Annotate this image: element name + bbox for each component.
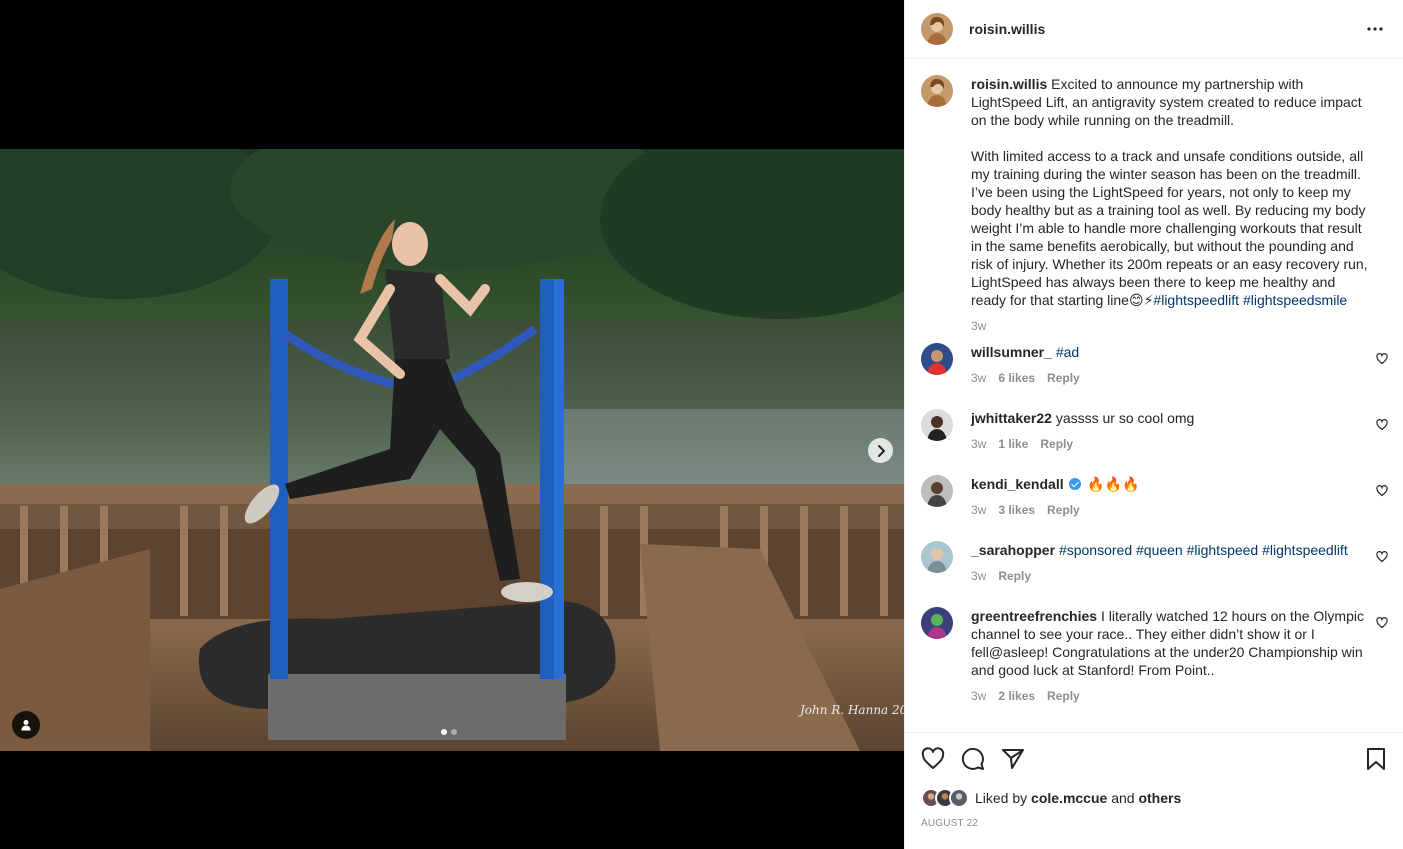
more-horizontal-icon	[1367, 27, 1383, 31]
author-avatar[interactable]	[921, 13, 953, 45]
heart-icon[interactable]	[921, 747, 945, 771]
commenter-avatar[interactable]	[921, 475, 953, 507]
comment-meta: 3w 3 likes Reply	[971, 501, 1371, 519]
comment-likes[interactable]: 1 like	[998, 435, 1028, 453]
post-actions: Liked by cole.mccue and others AUGUST 22	[905, 733, 1403, 829]
verified-badge-icon	[1069, 478, 1082, 490]
tagged-users-button[interactable]	[12, 711, 40, 739]
commenter-avatar[interactable]	[921, 409, 953, 441]
running-on-treadmill-photo: John R. Hanna 2022	[0, 149, 904, 751]
post-photo[interactable]: John R. Hanna 2022	[0, 149, 904, 751]
post-side-panel: roisin.willis roisin.willis Excited to a…	[904, 0, 1403, 849]
post-date[interactable]: AUGUST 22	[921, 818, 1388, 829]
comment-time[interactable]: 3w	[971, 369, 986, 387]
comment-time[interactable]: 3w	[971, 501, 986, 519]
comment-body: _sarahopper #sponsored #queen #lightspee…	[971, 541, 1371, 607]
action-bar	[921, 733, 1388, 785]
comment-body: willsumner_ #ad 3w 6 likes Reply	[971, 343, 1371, 409]
carousel-dot	[451, 729, 457, 735]
comment: jwhittaker22 yassss ur so cool omg 3w 1 …	[921, 409, 1388, 475]
liked-by-user[interactable]: cole.mccue	[1031, 790, 1107, 806]
like-comment-heart-icon[interactable]	[1376, 485, 1388, 497]
comment-username[interactable]: willsumner_	[971, 344, 1052, 360]
commenter-avatar[interactable]	[921, 343, 953, 375]
caption-emoji: 😊⚡	[1128, 292, 1154, 308]
liked-by-prefix: Liked by	[975, 790, 1028, 806]
comment-body: kendi_kendall 🔥🔥🔥 3w 3 likes Reply	[971, 475, 1371, 541]
author-avatar[interactable]	[921, 75, 953, 107]
comment-meta: 3w Reply	[971, 567, 1371, 585]
hashtag-link[interactable]: #lightspeedsmile	[1243, 292, 1347, 308]
carousel-dot-active	[441, 729, 447, 735]
comment-body: greentreefrenchies I literally watched 1…	[971, 607, 1371, 727]
reply-button[interactable]: Reply	[1047, 501, 1080, 519]
hashtag-link[interactable]: #lightspeedlift	[1153, 292, 1239, 308]
hashtag-link[interactable]: #ad	[1056, 344, 1079, 360]
comment: willsumner_ #ad 3w 6 likes Reply	[921, 343, 1388, 409]
comment-icon[interactable]	[961, 747, 985, 771]
reply-button[interactable]: Reply	[1047, 369, 1080, 387]
chevron-right-icon	[877, 444, 885, 457]
comment-meta: 3w 2 likes Reply	[971, 687, 1371, 705]
next-photo-button[interactable]	[868, 438, 893, 463]
carousel-indicator	[441, 729, 457, 735]
post-header: roisin.willis	[905, 0, 1403, 59]
comment-body: jwhittaker22 yassss ur so cool omg 3w 1 …	[971, 409, 1371, 475]
caption-body: roisin.willis Excited to announce my par…	[971, 75, 1371, 343]
comment-username[interactable]: greentreefrenchies	[971, 608, 1097, 624]
send-icon[interactable]	[1001, 747, 1025, 771]
more-options-button[interactable]	[1363, 17, 1387, 41]
like-comment-heart-icon[interactable]	[1376, 419, 1388, 431]
liked-by-text: Liked by cole.mccue and others	[975, 790, 1181, 806]
comment-time[interactable]: 3w	[971, 687, 986, 705]
caption-username[interactable]: roisin.willis	[971, 76, 1047, 92]
post-media: John R. Hanna 2022	[0, 0, 904, 849]
comments-section[interactable]: roisin.willis Excited to announce my par…	[905, 59, 1403, 733]
commenter-avatar[interactable]	[921, 541, 953, 573]
reply-button[interactable]: Reply	[1047, 687, 1080, 705]
comment-likes[interactable]: 2 likes	[998, 687, 1035, 705]
comment-time[interactable]: 3w	[971, 435, 986, 453]
comment: _sarahopper #sponsored #queen #lightspee…	[921, 541, 1388, 607]
like-comment-heart-icon[interactable]	[1376, 353, 1388, 365]
comment-username[interactable]: _sarahopper	[971, 542, 1055, 558]
comment-meta: 3w 6 likes Reply	[971, 369, 1371, 387]
liker-avatar	[949, 788, 969, 808]
comment-meta: 3w 1 like Reply	[971, 435, 1371, 453]
commenter-avatar[interactable]	[921, 607, 953, 639]
liked-by-and: and	[1111, 790, 1135, 806]
comment-username[interactable]: jwhittaker22	[971, 410, 1052, 426]
caption-text-p2: With limited access to a track and unsaf…	[971, 148, 1368, 308]
comment-time[interactable]: 3w	[971, 567, 986, 585]
reply-button[interactable]: Reply	[1040, 435, 1073, 453]
comment-likes[interactable]: 6 likes	[998, 369, 1035, 387]
likes-summary: Liked by cole.mccue and others	[921, 787, 1388, 809]
caption: roisin.willis Excited to announce my par…	[921, 75, 1388, 343]
liked-by-others[interactable]: others	[1138, 790, 1181, 806]
user-tag-icon	[21, 720, 31, 731]
comment-text: 🔥🔥🔥	[1087, 476, 1140, 492]
bookmark-icon[interactable]	[1364, 747, 1388, 771]
comment-text: yassss ur so cool omg	[1055, 410, 1195, 426]
photo-signature: John R. Hanna 2022	[797, 703, 904, 717]
comment: kendi_kendall 🔥🔥🔥 3w 3 likes Reply	[921, 475, 1388, 541]
like-comment-heart-icon[interactable]	[1376, 551, 1388, 563]
author-username[interactable]: roisin.willis	[969, 21, 1045, 37]
comment: greentreefrenchies I literally watched 1…	[921, 607, 1388, 727]
liker-avatars[interactable]	[921, 788, 969, 808]
like-comment-heart-icon[interactable]	[1376, 617, 1388, 629]
caption-time[interactable]: 3w	[971, 317, 986, 335]
comment-likes[interactable]: 3 likes	[998, 501, 1035, 519]
reply-button[interactable]: Reply	[998, 567, 1031, 585]
comment-username[interactable]: kendi_kendall	[971, 476, 1064, 492]
hashtag-link[interactable]: #sponsored #queen #lightspeed #lightspee…	[1059, 542, 1348, 558]
caption-meta: 3w	[971, 317, 1371, 335]
